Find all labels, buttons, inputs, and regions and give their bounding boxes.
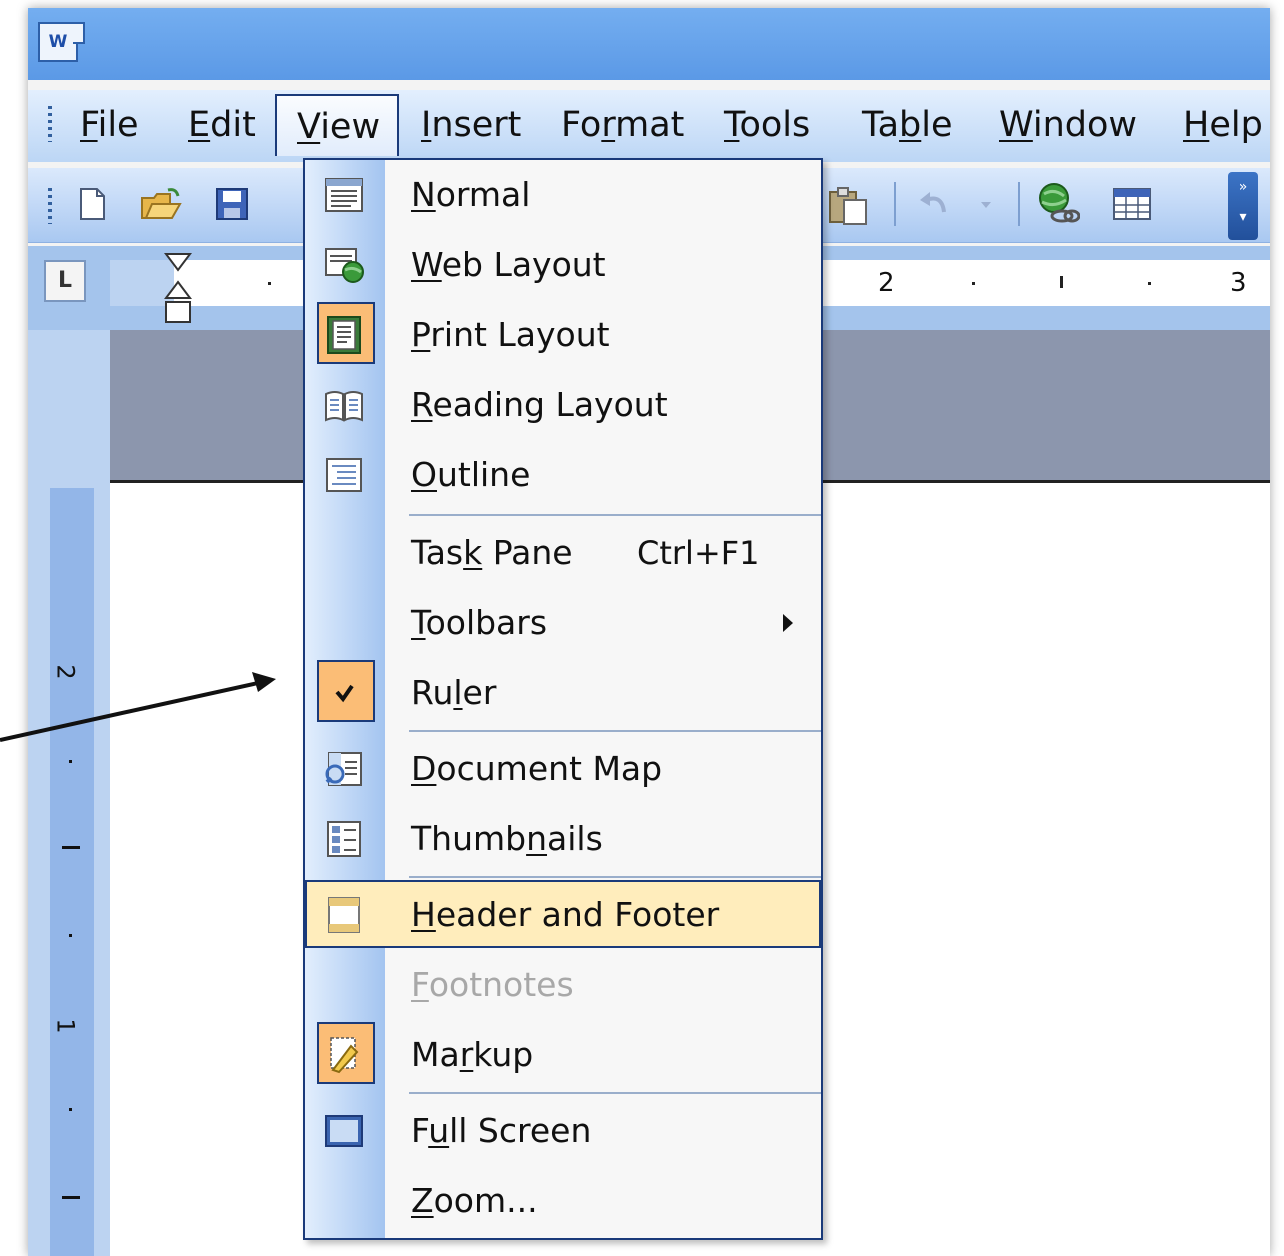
menu-item-full-screen[interactable]: Full Screen: [305, 1096, 821, 1166]
checkmark-icon: [323, 674, 365, 712]
menu-item-toolbars[interactable]: Toolbars: [305, 588, 821, 658]
normal-view-icon: [323, 176, 365, 214]
insert-table-icon[interactable]: [1112, 186, 1152, 222]
menu-item-header-and-footer[interactable]: Header and Footer: [305, 880, 821, 948]
menu-file[interactable]: File: [80, 94, 139, 156]
tab-stop-selector[interactable]: L: [44, 260, 86, 302]
menu-window[interactable]: Window: [999, 94, 1137, 156]
document-map-icon: [323, 750, 365, 788]
markup-icon: [323, 1036, 365, 1074]
menu-item-markup[interactable]: Markup: [305, 1020, 821, 1090]
ruler-tick: [268, 282, 271, 285]
vertical-ruler[interactable]: 2 1: [50, 488, 94, 1256]
full-screen-icon: [323, 1112, 365, 1150]
open-folder-icon[interactable]: [140, 186, 184, 222]
web-layout-icon: [323, 246, 365, 284]
menu-item-print-layout[interactable]: Print Layout: [305, 300, 821, 370]
menu-insert[interactable]: Insert: [421, 94, 521, 156]
print-layout-icon: [323, 316, 365, 354]
menu-item-task-pane[interactable]: Task Pane Ctrl+F1: [305, 518, 821, 588]
shortcut-task-pane: Ctrl+F1: [637, 534, 760, 572]
menu-format[interactable]: Format: [561, 94, 684, 156]
toolbar-separator: [894, 182, 896, 226]
vertical-ruler-number-1: 1: [51, 1018, 80, 1034]
menu-help[interactable]: Help: [1183, 94, 1263, 156]
title-bar: W: [28, 8, 1270, 80]
menu-separator: [409, 876, 821, 878]
ruler-tick: [69, 760, 72, 763]
menubar-grip-handle[interactable]: [48, 106, 52, 142]
menu-item-document-map[interactable]: Document Map: [305, 734, 821, 804]
ruler-tick: [62, 1196, 80, 1199]
outline-icon: [323, 456, 365, 494]
menu-tools[interactable]: Tools: [724, 94, 810, 156]
ruler-tick: [69, 934, 72, 937]
menu-item-outline[interactable]: Outline: [305, 440, 821, 510]
menu-item-ruler[interactable]: Ruler: [305, 658, 821, 728]
vertical-ruler-number-2: 2: [51, 664, 80, 680]
menu-item-footnotes: Footnotes: [411, 965, 574, 1004]
ruler-tick: [972, 282, 975, 285]
menu-item-reading-layout[interactable]: Reading Layout: [305, 370, 821, 440]
menu-table[interactable]: Table: [862, 94, 953, 156]
menu-bar: File Edit View Insert Format Tools Table…: [28, 90, 1270, 162]
undo-dropdown-icon[interactable]: [976, 186, 996, 222]
insert-hyperlink-icon[interactable]: [1036, 182, 1081, 226]
ruler-number-3: 3: [1230, 268, 1247, 298]
paste-icon[interactable]: [826, 186, 874, 225]
ruler-tick: [62, 846, 80, 849]
menu-item-zoom[interactable]: Zoom...: [305, 1166, 821, 1236]
submenu-arrow-icon: [783, 614, 793, 632]
menu-item-thumbnails[interactable]: Thumbnails: [305, 804, 821, 874]
new-document-icon[interactable]: [74, 186, 110, 222]
menu-item-web-layout[interactable]: Web Layout: [305, 230, 821, 300]
toolbar-options-icon[interactable]: » ▾: [1228, 172, 1258, 240]
undo-icon[interactable]: [916, 186, 952, 222]
indent-marker[interactable]: [164, 252, 192, 328]
menu-separator: [409, 730, 821, 732]
menu-separator: [409, 514, 821, 516]
ruler-tick: [69, 1108, 72, 1111]
thumbnails-icon: [323, 820, 365, 858]
save-icon[interactable]: [214, 186, 250, 222]
word-document-icon[interactable]: W: [38, 22, 85, 62]
menu-separator: [409, 1092, 821, 1094]
ruler-tick: [1060, 276, 1063, 288]
menu-edit[interactable]: Edit: [188, 94, 256, 156]
toolbar-separator: [1018, 182, 1020, 226]
ruler-number-2: 2: [878, 268, 895, 298]
menu-item-normal[interactable]: Normal: [305, 160, 821, 230]
word-window: W File Edit View Insert Format Tools Tab…: [28, 8, 1270, 1256]
reading-layout-icon: [323, 386, 365, 424]
toolbar-grip-handle[interactable]: [48, 188, 52, 224]
ruler-tick: [1148, 282, 1151, 285]
menu-view[interactable]: View: [275, 94, 399, 156]
view-menu-dropdown: Normal Web Layout Print Layout Reading L…: [303, 158, 823, 1240]
header-footer-icon: [323, 896, 365, 934]
